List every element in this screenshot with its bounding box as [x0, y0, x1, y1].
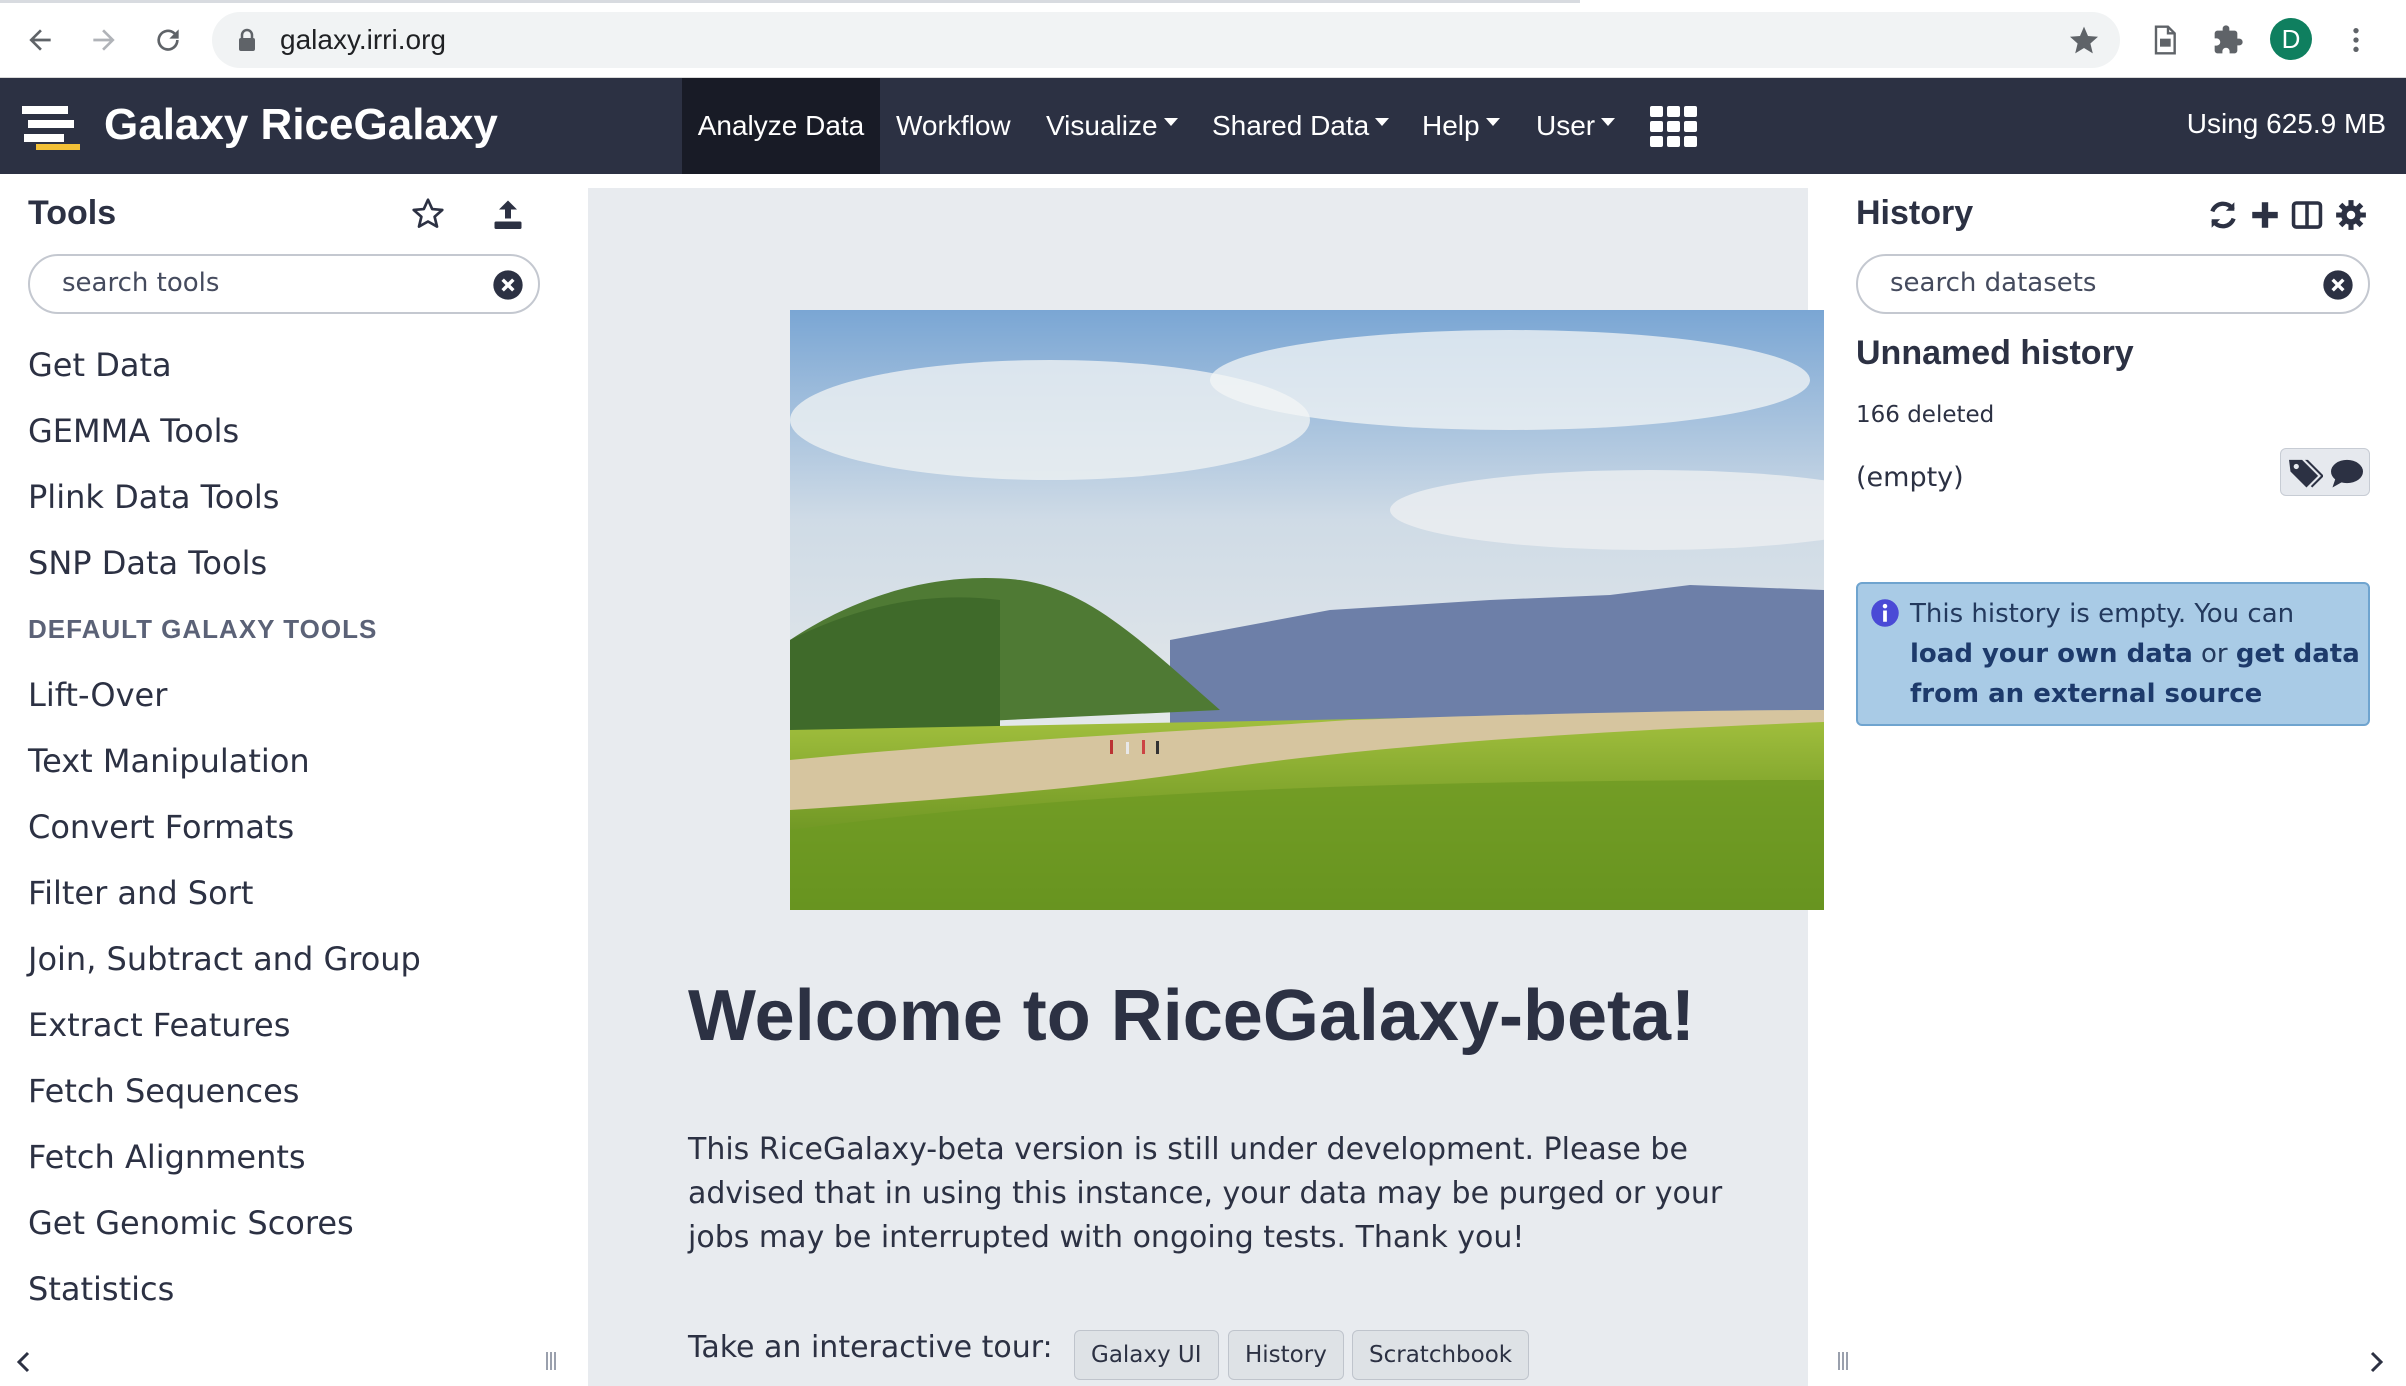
tags-icon[interactable]: [2287, 457, 2323, 489]
caret-down-icon: [1601, 118, 1616, 126]
clear-search-icon[interactable]: [2322, 269, 2354, 301]
menu-dots-icon[interactable]: [2334, 18, 2378, 62]
tool-search-input[interactable]: search tools: [28, 254, 540, 314]
nav-label: Workflow: [896, 110, 1011, 141]
empty-message-prefix: This history is empty. You can: [1910, 599, 2295, 629]
bookmark-star-icon[interactable]: [2068, 24, 2100, 56]
nav-shared-data[interactable]: Shared Data: [1212, 78, 1390, 174]
collapse-right-icon[interactable]: [2364, 1350, 2388, 1374]
tool-section-text-manipulation[interactable]: Text Manipulation: [28, 728, 421, 794]
tool-panel-title: Tools: [28, 194, 117, 232]
history-search-placeholder: search datasets: [1890, 268, 2097, 298]
empty-history-alert: This history is empty. You can load your…: [1856, 582, 2370, 726]
galaxy-logo-icon[interactable]: [22, 104, 80, 152]
tool-section-convert-formats[interactable]: Convert Formats: [28, 794, 421, 860]
tool-section-fetch-alignments[interactable]: Fetch Alignments: [28, 1124, 421, 1190]
collapse-left-icon[interactable]: [12, 1350, 36, 1374]
tool-search-placeholder: search tools: [62, 268, 220, 298]
view-all-histories-icon[interactable]: [2290, 198, 2324, 232]
welcome-intro-text: This RiceGalaxy-beta version is still un…: [688, 1132, 1723, 1255]
profile-avatar[interactable]: D: [2270, 18, 2312, 60]
page-load-bar: [0, 0, 1580, 3]
history-tag-annotation-buttons: [2280, 448, 2370, 496]
load-own-data-link[interactable]: load your own data: [1910, 639, 2193, 669]
rice-field-banner-image: [790, 310, 1824, 910]
history-name[interactable]: Unnamed history: [1856, 334, 2134, 373]
history-size: (empty): [1856, 462, 1964, 493]
info-circle-icon: [1871, 599, 1899, 627]
tour-galaxy-ui-button[interactable]: Galaxy UI: [1074, 1330, 1219, 1380]
address-bar[interactable]: galaxy.irri.org: [212, 12, 2120, 68]
caret-down-icon: [1163, 118, 1178, 126]
history-options-gear-icon[interactable]: [2334, 198, 2368, 232]
browser-toolbar: galaxy.irri.org D: [0, 0, 2406, 78]
nav-workflow[interactable]: Workflow: [896, 78, 1011, 174]
tool-section-extract-features[interactable]: Extract Features: [28, 992, 421, 1058]
nav-label: Help: [1422, 110, 1480, 141]
favorites-star-icon[interactable]: [410, 196, 446, 232]
forward-icon[interactable]: [82, 18, 126, 62]
lock-icon[interactable]: [236, 28, 258, 52]
refresh-history-icon[interactable]: [2206, 198, 2240, 232]
tool-section-join-subtract-group[interactable]: Join, Subtract and Group: [28, 926, 421, 992]
history-deleted-count[interactable]: 166 deleted: [1856, 402, 1994, 428]
nav-user[interactable]: User: [1536, 78, 1616, 174]
tool-section-statistics[interactable]: Statistics: [28, 1256, 421, 1322]
tool-list: Get Data GEMMA Tools Plink Data Tools SN…: [28, 332, 421, 1322]
tool-section-fetch-sequences[interactable]: Fetch Sequences: [28, 1058, 421, 1124]
upload-icon[interactable]: [490, 196, 526, 232]
tool-section-filter-sort[interactable]: Filter and Sort: [28, 860, 421, 926]
tour-scratchbook-button[interactable]: Scratchbook: [1352, 1330, 1530, 1380]
history-panel: History search datasets Unnamed history …: [1824, 174, 2406, 1386]
tool-section-plink[interactable]: Plink Data Tools: [28, 464, 421, 530]
resize-handle[interactable]: [546, 1352, 556, 1370]
tool-section-gemma[interactable]: GEMMA Tools: [28, 398, 421, 464]
resize-handle[interactable]: [1838, 1352, 1848, 1370]
tool-section-get-data[interactable]: Get Data: [28, 332, 421, 398]
reading-list-icon[interactable]: [2142, 18, 2186, 62]
tool-section-genomic-scores[interactable]: Get Genomic Scores: [28, 1190, 421, 1256]
tool-section-lift-over[interactable]: Lift-Over: [28, 662, 421, 728]
tool-section-snp[interactable]: SNP Data Tools: [28, 530, 421, 596]
nav-analyze-data[interactable]: Analyze Data: [682, 78, 880, 174]
brand-title[interactable]: Galaxy RiceGalaxy: [104, 100, 498, 150]
new-history-plus-icon[interactable]: [2248, 198, 2282, 232]
clear-search-icon[interactable]: [492, 269, 524, 301]
history-search-input[interactable]: search datasets: [1856, 254, 2370, 314]
empty-message-or: or: [2192, 639, 2236, 669]
caret-down-icon: [1375, 118, 1390, 126]
tool-panel: Tools search tools Get Data GEMMA Tools …: [0, 174, 574, 1386]
history-panel-title: History: [1856, 194, 1974, 232]
tool-section-label: DEFAULT GALAXY TOOLS: [28, 614, 378, 644]
scratchbook-grid-icon[interactable]: [1650, 106, 1698, 148]
tour-label: Take an interactive tour:: [688, 1330, 1053, 1365]
quota-meter[interactable]: Using 625.9 MB: [2187, 108, 2386, 140]
empty-history-message: This history is empty. You can load your…: [1910, 594, 2360, 714]
tour-history-button[interactable]: History: [1228, 1330, 1344, 1380]
reload-icon[interactable]: [146, 18, 190, 62]
masthead: Galaxy RiceGalaxy Analyze Data Workflow …: [0, 78, 2406, 174]
nav-visualize[interactable]: Visualize: [1046, 78, 1178, 174]
extensions-icon[interactable]: [2206, 18, 2250, 62]
caret-down-icon: [1485, 118, 1500, 126]
nav-label: Visualize: [1046, 110, 1158, 141]
url-text[interactable]: galaxy.irri.org: [280, 24, 446, 56]
annotation-comment-icon[interactable]: [2329, 457, 2365, 489]
nav-help[interactable]: Help: [1422, 78, 1500, 174]
welcome-heading: Welcome to RiceGalaxy-beta!: [688, 976, 1696, 1056]
nav-label: Shared Data: [1212, 110, 1370, 141]
nav-label: Analyze Data: [697, 110, 865, 141]
nav-label: User: [1536, 110, 1596, 141]
back-icon[interactable]: [18, 18, 62, 62]
